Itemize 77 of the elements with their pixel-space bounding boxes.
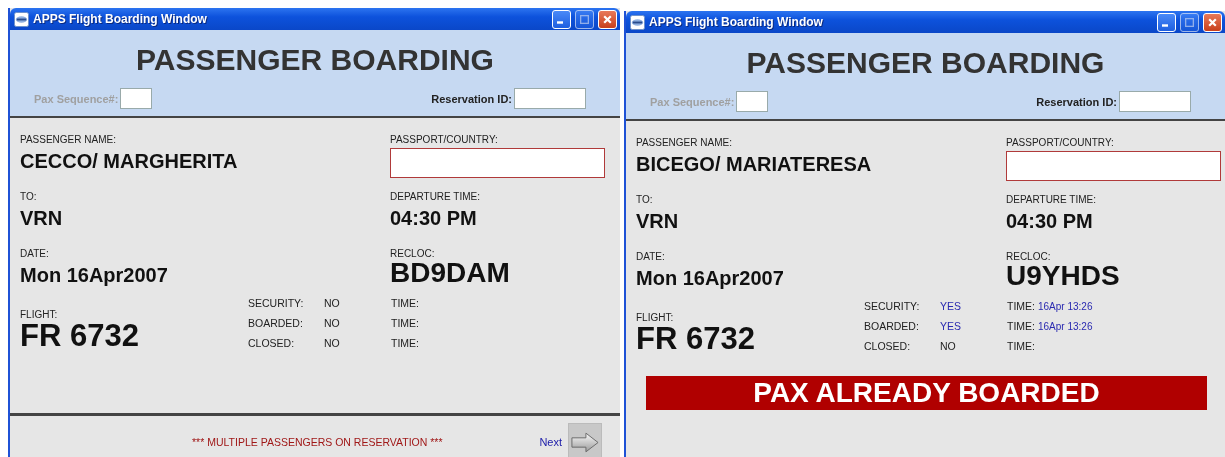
status-value: NO bbox=[324, 317, 341, 331]
time-label: TIME: bbox=[1007, 320, 1036, 334]
alert-banner: PAX ALREADY BOARDED bbox=[646, 376, 1207, 410]
field-value: CECCO/ MARGHERITA bbox=[20, 149, 239, 174]
field-label: PASSPORT/COUNTRY: bbox=[1006, 137, 1115, 149]
app-icon bbox=[14, 11, 29, 27]
status-label: BOARDED: bbox=[864, 320, 920, 334]
status-value: YES bbox=[940, 320, 962, 334]
time-label: TIME: bbox=[391, 317, 420, 331]
minimize-button[interactable] bbox=[1157, 12, 1176, 32]
status-value: NO bbox=[324, 337, 341, 351]
field-label: DEPARTURE TIME: bbox=[1006, 194, 1097, 206]
flight-number: FR 6732 bbox=[20, 321, 140, 351]
reservation-id-field[interactable] bbox=[514, 88, 586, 109]
field-label: TO: bbox=[636, 194, 654, 206]
passport-field[interactable] bbox=[390, 148, 605, 178]
minimize-button[interactable] bbox=[552, 9, 571, 29]
minimize-icon bbox=[1162, 23, 1168, 27]
maximize-button[interactable] bbox=[575, 9, 594, 29]
field-value: BICEGO/ MARIATERESA bbox=[636, 152, 873, 177]
next-button[interactable] bbox=[568, 423, 602, 457]
field-label: RECLOC: bbox=[390, 248, 436, 260]
reservation-id-label: Reservation ID: bbox=[1036, 95, 1117, 108]
field-value: 04:30 PM bbox=[1006, 209, 1094, 234]
page-heading: PASSENGER BOARDING bbox=[745, 45, 1106, 81]
field-value: VRN bbox=[20, 206, 64, 231]
app-icon bbox=[630, 14, 645, 30]
maximize-button[interactable] bbox=[1180, 12, 1199, 32]
field-label: PASSENGER NAME: bbox=[636, 137, 733, 149]
maximize-icon bbox=[579, 13, 590, 25]
field-label: TO: bbox=[20, 191, 38, 203]
field-value: 04:30 PM bbox=[390, 206, 478, 231]
reservation-message: *** MULTIPLE PASSENGERS ON RESERVATION *** bbox=[192, 436, 443, 448]
status-value: YES bbox=[940, 300, 962, 314]
field-label: DATE: bbox=[20, 248, 50, 260]
close-button[interactable] bbox=[598, 9, 617, 29]
pax-sequence-label: Pax Sequence#: bbox=[34, 92, 119, 105]
field-label: RECLOC: bbox=[1006, 251, 1052, 263]
status-value: NO bbox=[940, 340, 957, 354]
next-link[interactable]: Next bbox=[539, 436, 562, 448]
record-locator: U9YHDS bbox=[1006, 263, 1121, 289]
field-value: Mon 16Apr2007 bbox=[636, 266, 785, 291]
reservation-id-label: Reservation ID: bbox=[431, 92, 512, 105]
window-title: APPS Flight Boarding Window bbox=[649, 15, 823, 29]
passport-field[interactable] bbox=[1006, 151, 1221, 181]
status-label: BOARDED: bbox=[248, 317, 304, 331]
maximize-icon bbox=[1184, 16, 1195, 28]
minimize-icon bbox=[557, 20, 563, 24]
field-label: PASSPORT/COUNTRY: bbox=[390, 134, 499, 146]
record-locator: BD9DAM bbox=[390, 260, 511, 286]
time-value: 16Apr 13:26 bbox=[1038, 320, 1093, 334]
time-value: 16Apr 13:26 bbox=[1038, 300, 1093, 314]
field-label: PASSENGER NAME: bbox=[20, 134, 117, 146]
status-label: CLOSED: bbox=[864, 340, 912, 354]
field-label: DEPARTURE TIME: bbox=[390, 191, 481, 203]
status-value: NO bbox=[324, 297, 341, 311]
status-label: CLOSED: bbox=[248, 337, 296, 351]
time-label: TIME: bbox=[1007, 300, 1036, 314]
close-icon bbox=[602, 13, 613, 25]
field-label: DATE: bbox=[636, 251, 666, 263]
flight-number: FR 6732 bbox=[636, 324, 756, 354]
reservation-id-field[interactable] bbox=[1119, 91, 1191, 112]
time-label: TIME: bbox=[1007, 340, 1036, 354]
field-value: Mon 16Apr2007 bbox=[20, 263, 169, 288]
pax-sequence-label: Pax Sequence#: bbox=[650, 95, 735, 108]
close-button[interactable] bbox=[1203, 12, 1222, 32]
time-label: TIME: bbox=[391, 337, 420, 351]
close-icon bbox=[1207, 16, 1218, 28]
time-label: TIME: bbox=[391, 297, 420, 311]
field-value: VRN bbox=[636, 209, 680, 234]
window-title: APPS Flight Boarding Window bbox=[33, 12, 207, 26]
flight-label: FLIGHT: bbox=[20, 309, 59, 321]
right-arrow-icon bbox=[571, 431, 599, 453]
status-label: SECURITY: bbox=[864, 300, 921, 314]
page-heading: PASSENGER BOARDING bbox=[135, 42, 495, 78]
status-label: SECURITY: bbox=[248, 297, 305, 311]
flight-label: FLIGHT: bbox=[636, 312, 675, 324]
